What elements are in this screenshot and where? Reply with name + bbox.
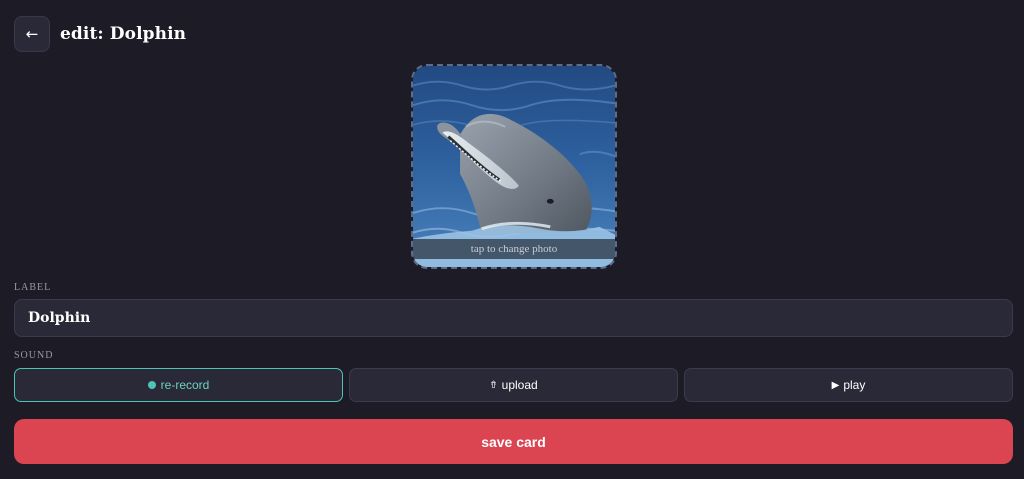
dolphin-photo	[413, 66, 615, 267]
photo-picker[interactable]: tap to change photo	[411, 64, 617, 269]
play-icon: ▶	[831, 379, 840, 391]
change-photo-caption: tap to change photo	[413, 239, 615, 259]
page-title: edit: Dolphin	[60, 24, 187, 44]
header: ← edit: Dolphin	[14, 16, 186, 52]
save-card-button[interactable]: save card	[14, 419, 1013, 464]
save-card-label: save card	[481, 433, 546, 450]
upload-icon: ⇮	[489, 379, 498, 391]
arrow-left-icon: ←	[25, 25, 39, 43]
play-label: play	[843, 378, 866, 392]
play-button[interactable]: ▶ play	[684, 368, 1013, 402]
re-record-button[interactable]: re-record	[14, 368, 343, 402]
back-button[interactable]: ←	[14, 16, 50, 52]
upload-label: upload	[501, 378, 538, 392]
label-input[interactable]	[14, 299, 1013, 337]
sound-heading: SOUND	[14, 350, 54, 361]
upload-button[interactable]: ⇮ upload	[349, 368, 678, 402]
label-heading: LABEL	[14, 282, 52, 293]
record-dot-icon	[147, 381, 156, 389]
re-record-label: re-record	[160, 378, 210, 392]
sound-controls: re-record ⇮ upload ▶ play	[14, 368, 1013, 402]
